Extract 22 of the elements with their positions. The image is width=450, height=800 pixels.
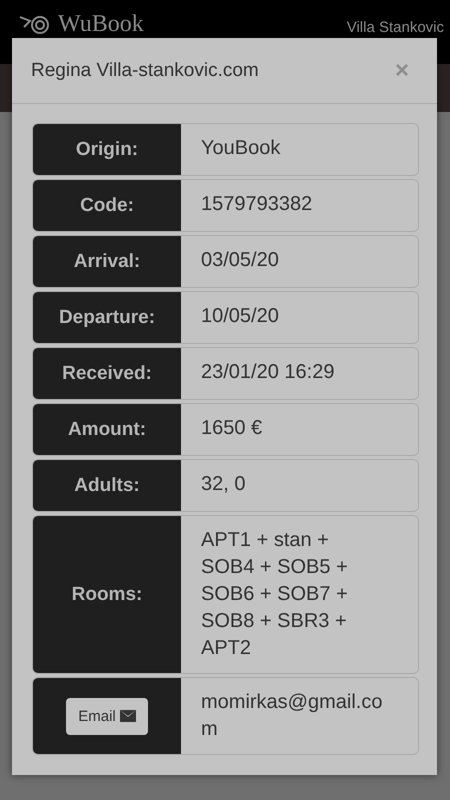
field-label: Departure: bbox=[58, 306, 156, 328]
field-value: 32, 0 bbox=[201, 472, 246, 497]
envelope-icon bbox=[120, 710, 136, 722]
field-label: Origin: bbox=[76, 138, 138, 160]
modal-title: Regina Villa-stankovic.com bbox=[31, 60, 259, 82]
field-label: Adults: bbox=[74, 474, 140, 496]
property-name: Villa Stankovic bbox=[346, 20, 444, 36]
field-label: Code: bbox=[80, 194, 134, 216]
field-value: 10/05/20 bbox=[201, 304, 279, 329]
field-value: 23/01/20 16:29 bbox=[201, 360, 334, 385]
field-label: Received: bbox=[62, 362, 152, 384]
field-value: 03/05/20 bbox=[201, 248, 279, 273]
logo-text: WuBook bbox=[58, 12, 144, 36]
email-button[interactable]: Email bbox=[66, 698, 148, 734]
field-value: APT1 + stan + SOB4 + SOB5 + SOB6 + SOB7 + SOB8 + SBR3 + APT2 bbox=[201, 528, 349, 661]
field-value: 1579793382 bbox=[201, 192, 312, 217]
field-label: Rooms: bbox=[72, 584, 142, 606]
field-value: YouBook bbox=[201, 136, 280, 161]
field-label: Arrival: bbox=[74, 250, 140, 272]
field-label: Amount: bbox=[68, 418, 146, 440]
field-value: momirkas@gmail.com bbox=[201, 690, 384, 742]
field-value: 1650 € bbox=[201, 416, 262, 441]
